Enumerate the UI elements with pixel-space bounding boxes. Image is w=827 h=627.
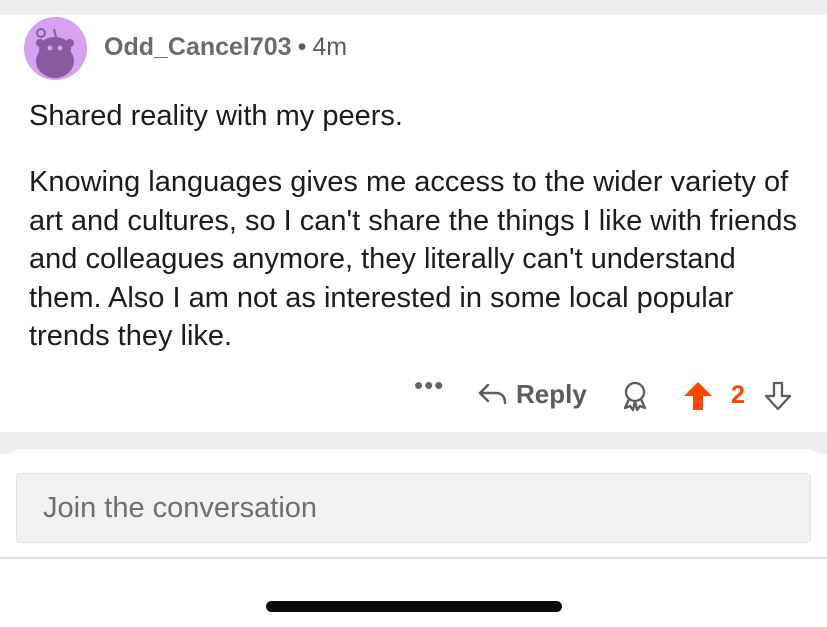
author-name[interactable]: Odd_Cancel703: [104, 33, 292, 61]
top-divider-strip: [0, 0, 827, 15]
downvote-arrow-icon[interactable]: [762, 380, 794, 412]
upvote-arrow-icon[interactable]: [682, 380, 714, 412]
more-options-button[interactable]: •••: [414, 372, 444, 398]
meta-separator: •: [297, 33, 307, 61]
comment-paragraph-2: Knowing languages gives me access to the…: [29, 166, 797, 352]
comment-meta: Odd_Cancel703 • 4m: [104, 33, 347, 62]
composer-bottom-divider: [0, 557, 827, 559]
comment-paragraph-1: Shared reality with my peers.: [29, 100, 403, 132]
comment-age: 4m: [312, 33, 348, 61]
award-icon[interactable]: [620, 380, 652, 412]
user-avatar[interactable]: [24, 17, 87, 80]
reply-button[interactable]: Reply: [516, 379, 587, 410]
home-indicator[interactable]: [266, 601, 562, 612]
reply-arrow-icon[interactable]: [476, 380, 508, 408]
join-conversation-input[interactable]: Join the conversation: [16, 473, 811, 543]
vote-count: 2: [731, 381, 745, 409]
snoo-avatar-icon: [24, 17, 87, 80]
